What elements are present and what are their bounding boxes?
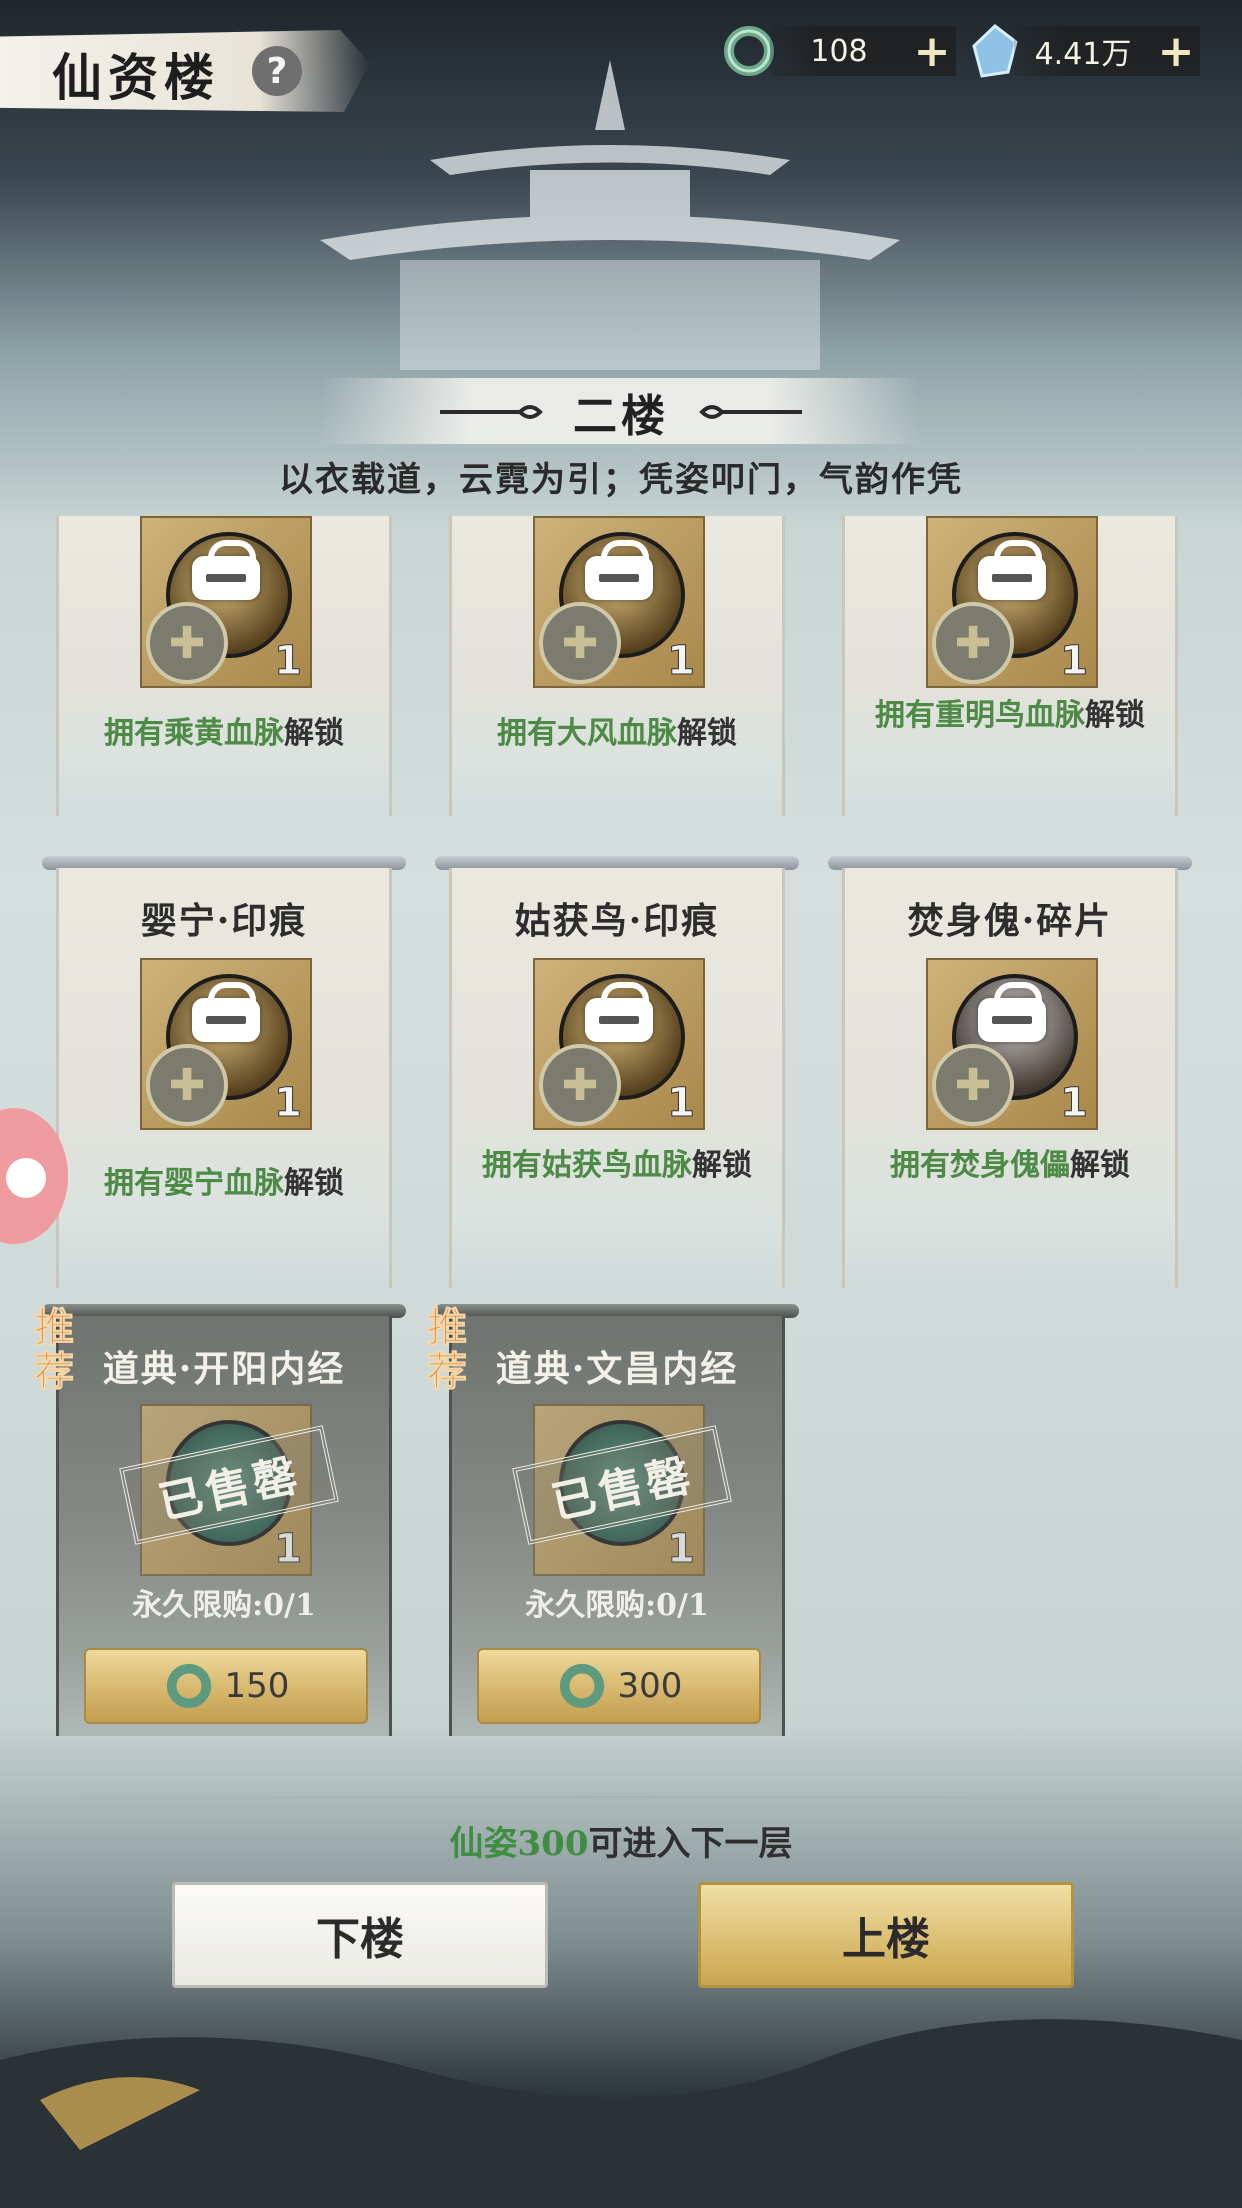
go-upstairs-button[interactable]: 上楼 [698,1882,1074,1988]
recommend-tag: 推荐 [34,1304,75,1395]
item-slot: ✚ 1 [140,958,312,1130]
item-name: 婴宁·印痕 [140,900,308,942]
recommend-tag: 推荐 [427,1304,468,1395]
item-slot: ✚ 1 [533,958,705,1130]
divider [60,1796,1180,1798]
jade-currency-icon [166,1663,211,1709]
item-count: 1 [1060,1080,1089,1127]
next-floor-requirement: 仙姿300可进入下一层 [449,1824,793,1864]
jade-currency-icon [559,1663,604,1709]
item-count: 1 [667,1080,696,1127]
puzzle-piece-icon: ✚ [932,602,1014,684]
floor-motto: 以衣载道，云霓为引；凭姿叩门，气韵作凭 [279,460,963,500]
unlock-requirement: 拥有重明鸟血脉解锁 [875,698,1145,733]
lock-icon [192,982,260,1042]
puzzle-piece-icon: ✚ [146,1044,228,1126]
price: 150 [224,1666,290,1706]
unlock-requirement: 拥有大风血脉解锁 [497,716,737,751]
item-slot: ✚ 1 [926,516,1098,688]
unlock-requirement: 拥有乘黄血脉解锁 [104,716,344,751]
shop-card[interactable]: 焚身傀·碎片 ✚ 1 拥有焚身傀儡解锁 [842,868,1178,1288]
crystal-add-button[interactable]: + [1152,26,1200,77]
lock-icon [978,540,1046,600]
go-downstairs-button[interactable]: 下楼 [172,1882,548,1988]
item-count: 1 [667,638,696,685]
purchase-limit: 永久限购:0/1 [132,1588,316,1623]
unlock-requirement: 拥有婴宁血脉解锁 [104,1166,344,1201]
item-name: 道典·文昌内经 [495,1348,739,1390]
item-count: 1 [274,1080,303,1127]
shop-card-sold-out[interactable]: 道典·文昌内经 1 已售罄 永久限购:0/1 300 [449,1316,785,1736]
unlock-requirement: 拥有姑获鸟血脉解锁 [482,1148,752,1183]
shop-card[interactable]: 婴宁·印痕 ✚ 1 拥有婴宁血脉解锁 [56,868,392,1288]
item-name: 道典·开阳内经 [102,1348,346,1390]
puzzle-piece-icon: ✚ [146,602,228,684]
item-slot: ✚ 1 [140,516,312,688]
shop-card[interactable]: ✚ 1 拥有重明鸟血脉解锁 [842,516,1178,816]
buy-button[interactable]: 150 [84,1648,368,1724]
item-slot: ✚ 1 [926,958,1098,1130]
lock-icon [585,982,653,1042]
item-count: 1 [667,1526,696,1573]
item-count: 1 [274,1526,303,1573]
item-slot: ✚ 1 [533,516,705,688]
item-name: 姑获鸟·印痕 [514,900,720,942]
shop-card[interactable]: 姑获鸟·印痕 ✚ 1 拥有姑获鸟血脉解锁 [449,868,785,1288]
item-count: 1 [1060,638,1089,685]
gamepad-icon [6,1158,46,1198]
shop-card[interactable]: ✚ 1 拥有大风血脉解锁 [449,516,785,816]
puzzle-piece-icon: ✚ [539,1044,621,1126]
pagoda-illustration [320,60,900,370]
lock-icon [585,540,653,600]
ink-mountains-decoration [0,2019,1242,2208]
price: 300 [617,1666,683,1706]
item-count: 1 [274,638,303,685]
item-name: 焚身傀·碎片 [907,900,1113,942]
purchase-limit: 永久限购:0/1 [525,1588,709,1623]
lock-icon [192,540,260,600]
shop-card-sold-out[interactable]: 道典·开阳内经 1 已售罄 永久限购:0/1 150 [56,1316,392,1736]
puzzle-piece-icon: ✚ [539,602,621,684]
puzzle-piece-icon: ✚ [932,1044,1014,1126]
lock-icon [978,982,1046,1042]
unlock-requirement: 拥有焚身傀儡解锁 [890,1148,1130,1183]
buy-button[interactable]: 300 [477,1648,761,1724]
floor-title: 二楼 [573,391,669,442]
shop-card[interactable]: ✚ 1 拥有乘黄血脉解锁 [56,516,392,816]
